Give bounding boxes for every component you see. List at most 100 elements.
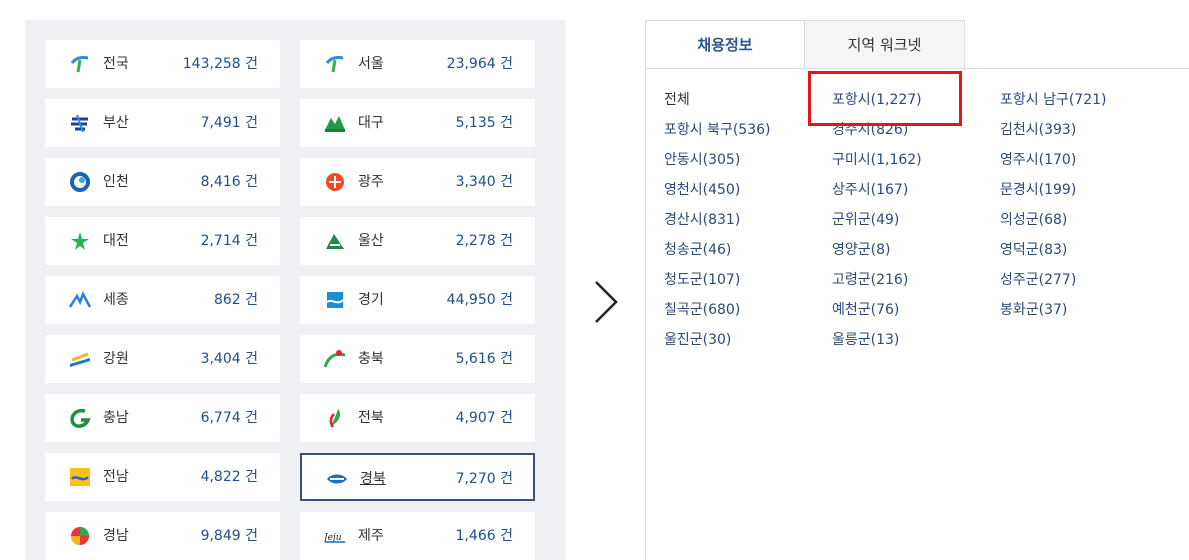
- city-link[interactable]: 문경시(199): [1000, 181, 1076, 199]
- busan-logo-icon: [69, 113, 91, 133]
- region-count: 8,416 건: [200, 174, 258, 190]
- region-name: 충남: [103, 410, 129, 426]
- region-card-gyeongnam[interactable]: 경남 9,849 건: [45, 512, 280, 560]
- city-link[interactable]: 김천시(393): [1000, 121, 1076, 139]
- region-name: 경북: [360, 471, 386, 487]
- region-card-daegu[interactable]: 대구 5,135 건: [300, 99, 535, 147]
- region-card-jeonnam[interactable]: 전남 4,822 건: [45, 453, 280, 501]
- region-panel: 전국 143,258 건 서울 23,964 건부산 7,491 건 대구 5,135 건인…: [25, 20, 565, 560]
- city-link[interactable]: 포항시 남구(721): [1000, 91, 1107, 109]
- chungbuk-logo-icon: [323, 349, 346, 369]
- job-info-panel: 채용정보 지역 워크넷 전체 포항시(1,227) 포항시 남구(721) 포항시 북…: [645, 20, 1189, 560]
- seoul-logo-icon: [324, 54, 346, 74]
- city-link[interactable]: 고령군(216): [832, 271, 908, 289]
- city-link[interactable]: 포항시 북구(536): [664, 121, 771, 139]
- region-name: 서울: [358, 56, 384, 72]
- region-card-nationwide[interactable]: 전국 143,258 건: [45, 40, 280, 88]
- region-card-jeonbuk[interactable]: 전북 4,907 건: [300, 394, 535, 442]
- jeonnam-logo-icon: [69, 467, 91, 487]
- gyeongbuk-logo-icon: [326, 469, 348, 489]
- region-name: 충북: [358, 351, 384, 367]
- city-list: 전체 포항시(1,227) 포항시 남구(721) 포항시 북구(536) 경주시(82…: [645, 68, 1189, 560]
- region-card-incheon[interactable]: 인천 8,416 건: [45, 158, 280, 206]
- ulsan-logo-icon: [324, 231, 346, 251]
- region-name: 대전: [103, 233, 129, 249]
- region-count: 143,258 건: [182, 56, 258, 72]
- city-link-all[interactable]: 전체: [664, 91, 690, 109]
- city-link[interactable]: 의성군(68): [1000, 211, 1067, 229]
- nationwide-logo-icon: [69, 54, 91, 74]
- region-card-gwangju[interactable]: 광주 3,340 건: [300, 158, 535, 206]
- region-card-gangwon[interactable]: 강원 3,404 건: [45, 335, 280, 383]
- region-name: 세종: [103, 292, 129, 308]
- city-link[interactable]: 구미시(1,162): [832, 151, 922, 169]
- city-link[interactable]: 울릉군(13): [832, 331, 899, 349]
- region-card-chungbuk[interactable]: 충북 5,616 건: [300, 335, 535, 383]
- gyeongnam-logo-icon: [69, 526, 91, 546]
- region-name: 부산: [103, 115, 129, 131]
- gyeonggi-logo-icon: [324, 290, 346, 310]
- region-count: 23,964 건: [446, 56, 513, 72]
- gwangju-logo-icon: [324, 172, 346, 192]
- region-card-gyeongbuk[interactable]: 경북 7,270 건: [300, 453, 535, 501]
- region-card-daejeon[interactable]: 대전 2,714 건: [45, 217, 280, 265]
- region-name: 인천: [103, 174, 129, 190]
- region-name: 전남: [103, 469, 129, 485]
- jeonbuk-logo-icon: [324, 408, 346, 428]
- region-count: 5,135 건: [455, 115, 513, 131]
- city-link[interactable]: 청송군(46): [664, 241, 731, 259]
- region-name: 강원: [103, 351, 129, 367]
- sejong-logo-icon: [68, 290, 92, 310]
- region-count: 3,404 건: [200, 351, 258, 367]
- tab-job-info[interactable]: 채용정보: [645, 20, 805, 69]
- tab-bar: 채용정보 지역 워크넷: [645, 20, 1189, 69]
- incheon-logo-icon: [69, 172, 91, 192]
- city-link[interactable]: 안동시(305): [664, 151, 740, 169]
- region-name: 전북: [358, 410, 384, 426]
- region-name: 광주: [358, 174, 384, 190]
- region-name: 울산: [358, 233, 384, 249]
- city-link[interactable]: 울진군(30): [664, 331, 731, 349]
- region-count: 2,714 건: [200, 233, 258, 249]
- region-card-jeju[interactable]: Jeju 제주 1,466 건: [300, 512, 535, 560]
- region-count: 44,950 건: [446, 292, 513, 308]
- city-link[interactable]: 영천시(450): [664, 181, 740, 199]
- region-count: 3,340 건: [455, 174, 513, 190]
- city-link[interactable]: 봉화군(37): [1000, 301, 1067, 319]
- region-count: 4,907 건: [455, 410, 513, 426]
- city-link[interactable]: 칠곡군(680): [664, 301, 740, 319]
- region-count: 7,491 건: [200, 115, 258, 131]
- jeju-logo-icon: Jeju: [322, 526, 346, 546]
- region-card-busan[interactable]: 부산 7,491 건: [45, 99, 280, 147]
- region-card-chungnam[interactable]: 충남 6,774 건: [45, 394, 280, 442]
- city-link[interactable]: 영주시(170): [1000, 151, 1076, 169]
- region-count: 862 건: [213, 292, 258, 308]
- chungnam-logo-icon: [69, 408, 91, 428]
- region-card-seoul[interactable]: 서울 23,964 건: [300, 40, 535, 88]
- region-count: 6,774 건: [200, 410, 258, 426]
- city-link[interactable]: 성주군(277): [1000, 271, 1076, 289]
- region-name: 전국: [103, 56, 129, 72]
- city-link[interactable]: 경산시(831): [664, 211, 740, 229]
- city-link[interactable]: 영덕군(83): [1000, 241, 1067, 259]
- gangwon-logo-icon: [69, 349, 91, 369]
- region-count: 7,270 건: [455, 471, 513, 487]
- region-card-ulsan[interactable]: 울산 2,278 건: [300, 217, 535, 265]
- city-link[interactable]: 군위군(49): [832, 211, 899, 229]
- region-count: 2,278 건: [455, 233, 513, 249]
- region-card-sejong[interactable]: 세종 862 건: [45, 276, 280, 324]
- city-link[interactable]: 예천군(76): [832, 301, 899, 319]
- daejeon-logo-icon: [69, 231, 91, 251]
- city-link[interactable]: 포항시(1,227): [832, 91, 922, 109]
- tab-regional-worknet[interactable]: 지역 워크넷: [804, 20, 965, 69]
- region-card-gyeonggi[interactable]: 경기 44,950 건: [300, 276, 535, 324]
- region-name: 제주: [358, 528, 384, 544]
- city-link[interactable]: 경주시(826): [832, 121, 908, 139]
- city-link[interactable]: 상주시(167): [832, 181, 908, 199]
- daegu-logo-icon: [324, 113, 346, 133]
- region-count: 4,822 건: [200, 469, 258, 485]
- city-link[interactable]: 청도군(107): [664, 271, 740, 289]
- tab-divider: [965, 68, 1189, 69]
- city-link[interactable]: 영양군(8): [832, 241, 890, 259]
- region-count: 5,616 건: [455, 351, 513, 367]
